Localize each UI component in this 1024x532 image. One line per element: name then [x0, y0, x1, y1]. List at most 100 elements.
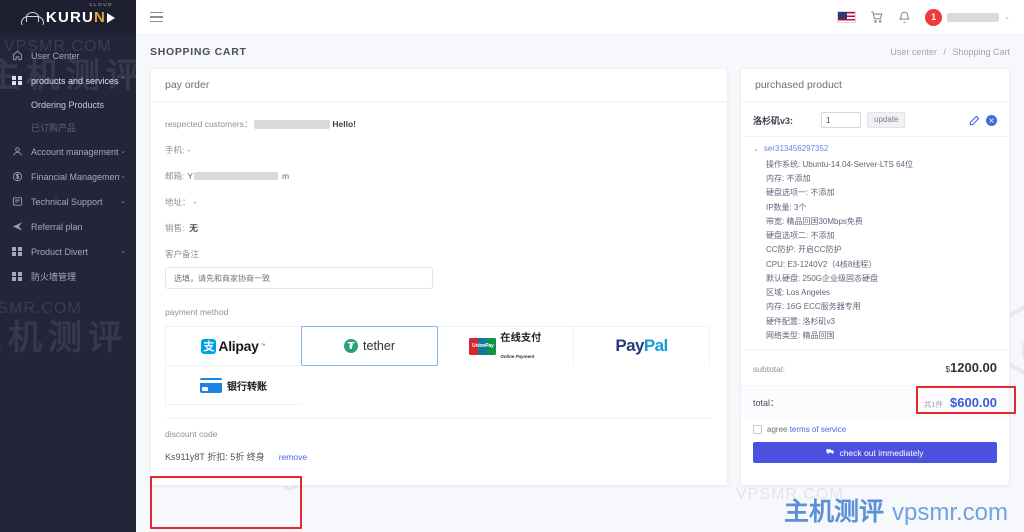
footer-watermark: 主机测评 vpsmr.com — [784, 492, 1008, 528]
alipay-icon: 支 — [201, 338, 217, 354]
payment-option-label: Alipay — [218, 338, 259, 354]
payment-option-label: 在线支付 — [500, 333, 542, 345]
payment-option-unionpay[interactable]: UnionPay 在线支付 Online Payment — [437, 326, 574, 366]
tether-logo: ₮ tether — [344, 339, 395, 353]
user-menu[interactable]: 1 ⌄ — [925, 8, 1010, 26]
alipay-logo: 支 Alipay ™ — [201, 338, 266, 354]
quantity-input[interactable] — [821, 112, 862, 128]
phone-label: 手机: — [165, 145, 185, 155]
spec-item: 带宽: 精品回国30Mbps免费 — [766, 216, 863, 226]
sidebar: KURUN CLOUD User Center products and ser… — [0, 0, 136, 532]
email-value-prefix: Y — [187, 171, 194, 181]
customer-name-redacted — [254, 119, 331, 129]
agree-checkbox[interactable] — [753, 425, 762, 435]
email-label: 邮箱: — [165, 171, 185, 181]
sidebar-item-firewall-management[interactable]: 防火墙管理 — [0, 264, 136, 289]
subtotal-amount: $1200.00 — [946, 360, 997, 375]
user-icon — [10, 145, 24, 159]
spec-item: 区域: Los Angeles — [766, 288, 831, 298]
chevron-down-icon: ⌄ — [120, 148, 126, 155]
product-name: 洛杉矶v3: — [753, 115, 794, 126]
sidebar-item-ordered-products[interactable]: 已订购产品 — [0, 116, 136, 139]
service-id-link[interactable]: ser313456297352 — [764, 144, 829, 153]
sidebar-nav: User Center products and services ⌃ Orde… — [0, 35, 136, 289]
sidebar-item-referral-plan[interactable]: Referral plan — [0, 214, 136, 239]
agree-prefix: agree — [767, 425, 788, 435]
sidebar-item-label: products and services — [31, 75, 119, 86]
discount-section: discount code Ks911y8T 折扣: 5折 终身 remove — [165, 418, 713, 475]
sidebar-subitem-label: Ordering Products — [31, 99, 105, 110]
product-spec-section: ⌄ ser313456297352 操作系统: Ubuntu-14.04-Ser… — [741, 137, 1009, 349]
total-value: $600.00 — [950, 395, 997, 411]
sidebar-item-label: User Center — [31, 50, 80, 61]
discount-row: Ks911y8T 折扣: 5折 终身 remove — [165, 450, 713, 463]
sidebar-item-user-center[interactable]: User Center — [0, 43, 136, 68]
grid-icon — [10, 245, 24, 259]
brand-logo-text: KURUN — [45, 9, 107, 26]
watermark-text: 主机测评 — [0, 318, 128, 358]
discount-title: discount code — [165, 429, 218, 439]
sidebar-item-product-divert[interactable]: Product Divert ⌄ — [0, 239, 136, 264]
brand-logo[interactable]: KURUN CLOUD — [0, 0, 136, 35]
sidebar-item-financial-management[interactable]: Financial Management ⌄ — [0, 164, 136, 189]
app-root: KURUN CLOUD User Center products and ser… — [0, 0, 1024, 532]
chevron-down-icon: ⌄ — [120, 173, 126, 180]
payment-option-alipay[interactable]: 支 Alipay ™ — [165, 326, 302, 366]
sidebar-item-products-and-services[interactable]: products and services ⌃ — [0, 68, 136, 93]
email-row: 邮箱: Y m — [165, 170, 713, 182]
sidebar-item-account-management[interactable]: Account management ⌄ — [0, 139, 136, 164]
brand-logo-subtext: CLOUD — [89, 2, 114, 7]
agree-row: agree terms of service — [741, 419, 1009, 435]
phone-row: 手机: - — [165, 144, 713, 156]
update-button[interactable]: update — [867, 112, 906, 128]
payment-option-sublabel: Online Payment — [500, 354, 535, 359]
sidebar-item-label: Account management — [31, 146, 119, 157]
sidebar-subitem-label: 已订购产品 — [31, 123, 77, 133]
spec-item: 默认硬盘: 250G企业级固态硬盘 — [766, 273, 879, 283]
customer-row: respected customers： Hello! — [165, 118, 713, 130]
delete-circle-icon[interactable]: × — [986, 114, 997, 126]
sidebar-item-ordering-products[interactable]: Ordering Products — [0, 93, 136, 116]
remove-discount-button[interactable]: remove — [279, 452, 307, 462]
spec-item: 操作系统: Ubuntu-14.04-Server-LTS 64位 — [766, 160, 914, 169]
customer-greeting: Hello! — [332, 119, 357, 129]
sidebar-item-technical-support[interactable]: Technical Support ⌄ — [0, 189, 136, 214]
address-label: 地址： — [165, 197, 191, 207]
user-name-redacted — [947, 12, 1000, 22]
home-icon — [10, 49, 24, 63]
topbar-actions: 1 ⌄ — [837, 8, 1010, 26]
spec-item: 网络类型: 精品回国 — [766, 330, 835, 340]
chevron-down-icon[interactable]: ⌄ — [753, 144, 759, 156]
total-row: total： 共1件 $600.00 — [741, 385, 1009, 420]
terms-of-service-link[interactable]: terms of service — [790, 425, 846, 434]
total-amount-group: 共1件 $600.00 — [924, 395, 997, 410]
chevron-up-icon: ⌃ — [120, 77, 126, 84]
unionpay-icon: UnionPay — [469, 337, 497, 355]
pay-order-title: pay order — [151, 69, 727, 102]
remark-label: 客户备注 — [165, 249, 200, 259]
breadcrumb-separator: / — [943, 46, 946, 57]
sidebar-item-label: Financial Management — [31, 171, 121, 182]
checkout-button[interactable]: check out immediately — [753, 442, 997, 464]
main-area: 1 ⌄ SHOPPING CART User center / Shopping… — [136, 0, 1024, 532]
payment-option-bank-transfer[interactable]: 银行转账 — [165, 365, 302, 405]
product-header-row: 洛杉矶v3: update × — [741, 102, 1009, 137]
remark-input[interactable] — [165, 267, 433, 289]
agree-text: agree terms of service — [767, 425, 846, 434]
total-label: total： — [753, 398, 780, 409]
breadcrumb-user-center[interactable]: User center — [890, 47, 937, 57]
page-header: SHOPPING CART User center / Shopping Car… — [136, 35, 1024, 68]
pencil-icon[interactable] — [969, 115, 980, 126]
watermark-text: VPSMR.COM — [0, 300, 82, 317]
truck-icon — [826, 447, 835, 458]
payment-option-paypal[interactable]: PayPal — [573, 326, 710, 366]
subtotal-value: 1200.00 — [950, 360, 997, 376]
bell-icon[interactable] — [898, 11, 911, 24]
cart-icon[interactable] — [870, 10, 884, 24]
payment-option-tether[interactable]: ₮ tether — [301, 326, 438, 366]
sidebar-item-label: Technical Support — [31, 196, 103, 207]
hamburger-icon[interactable] — [150, 11, 163, 23]
us-flag-icon[interactable] — [837, 11, 857, 23]
address-value: - — [193, 197, 197, 207]
spec-item: 硬盘选项二: 不添加 — [766, 231, 835, 241]
